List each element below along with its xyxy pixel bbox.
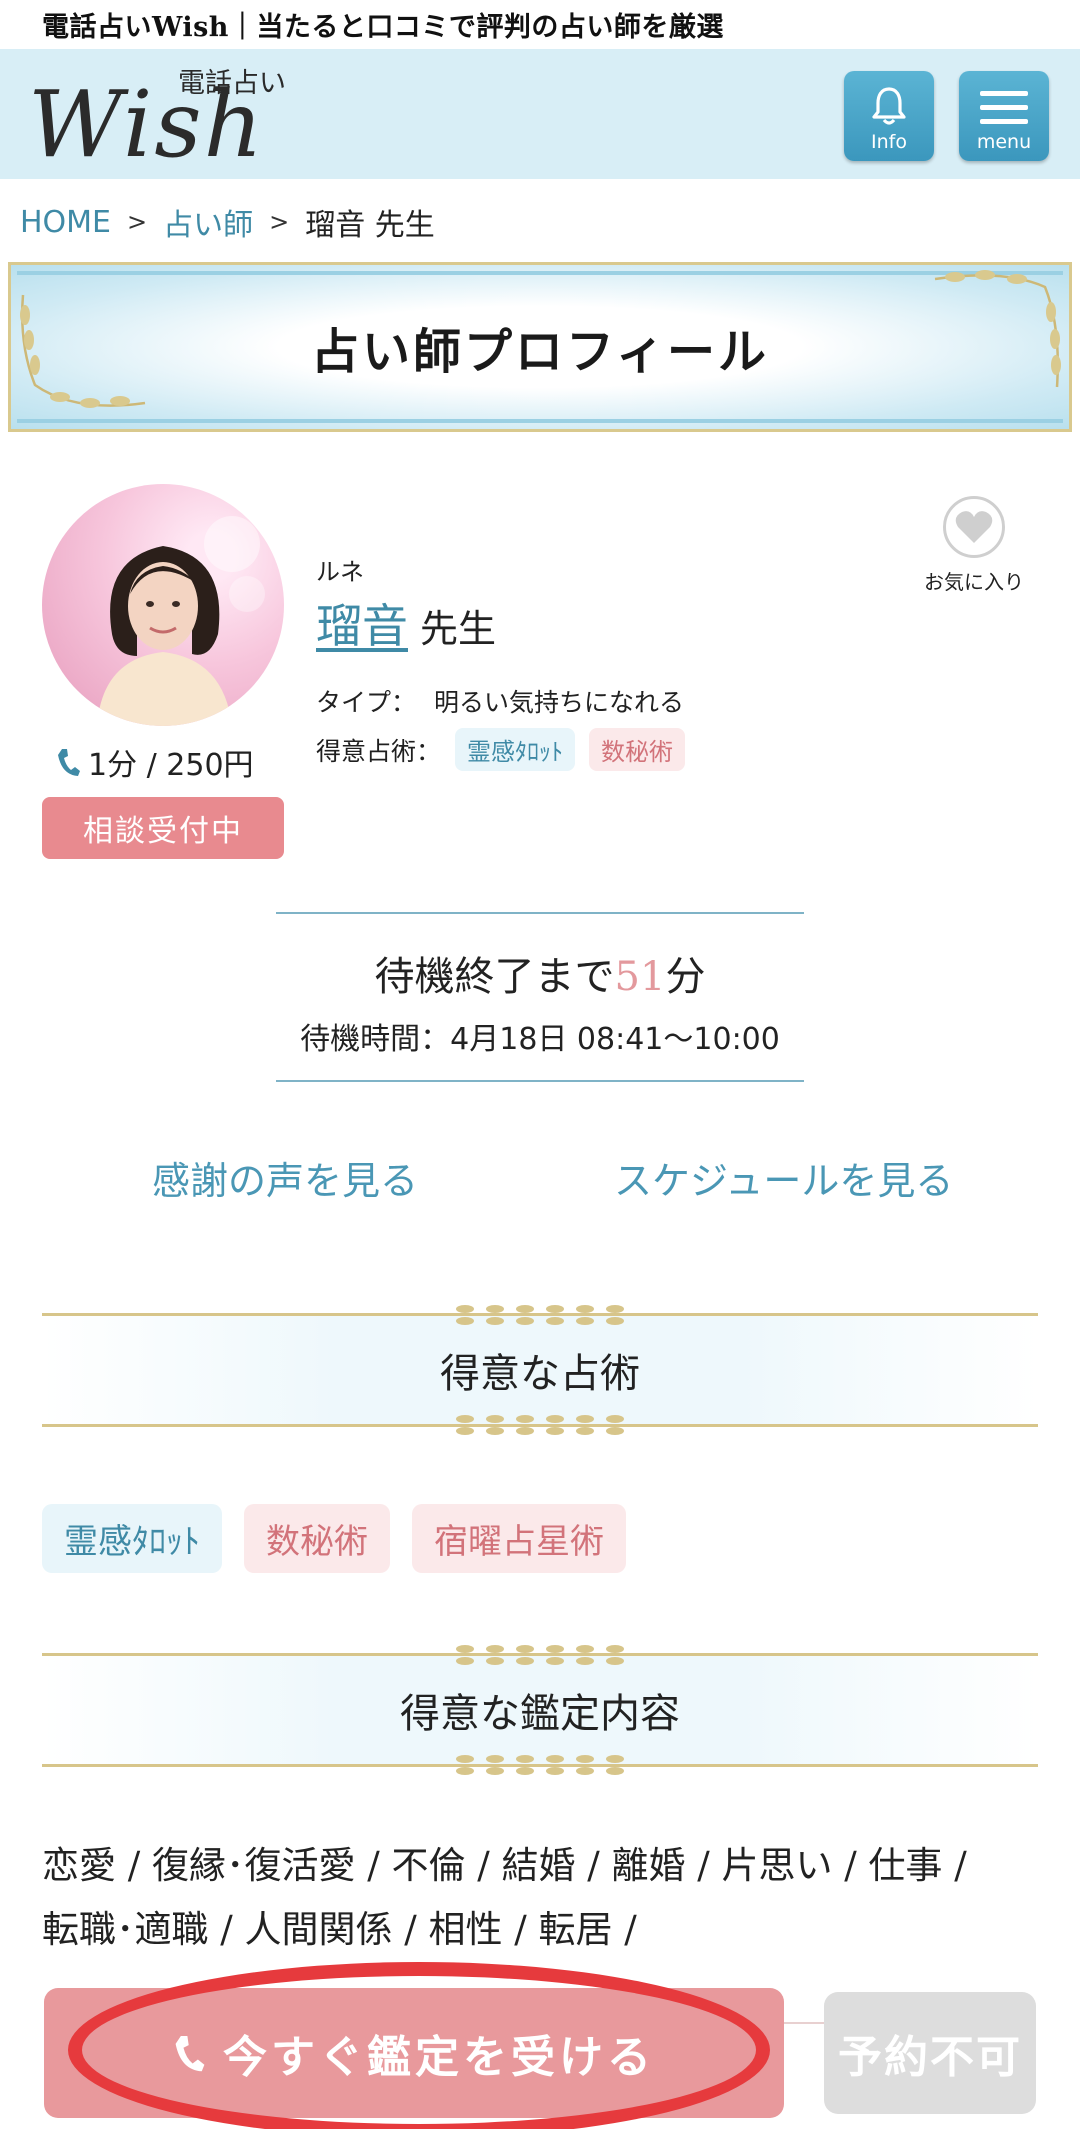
topics-line: 恋愛 / 復縁･復活愛 / 不倫 / 結婚 / 離婚 / 片思い / 仕事 /: [42, 1844, 967, 1887]
skill-tag: 宿曜占星術: [412, 1504, 626, 1573]
fortune-teller-portrait-icon: [97, 516, 265, 726]
heart-icon: [955, 511, 993, 543]
name-link[interactable]: 瑠音: [316, 590, 408, 656]
bell-icon: [872, 87, 906, 125]
page-title: 占い師プロフィール: [310, 324, 770, 380]
breadcrumb: HOME > 占い師 > 瑠音 先生: [20, 200, 435, 244]
section-title: 得意な鑑定内容: [400, 1691, 680, 1737]
status-text: 相談受付中: [83, 814, 243, 849]
call-now-label: 今すぐ鑑定を受ける: [223, 2032, 655, 2083]
type-row: タイプ： 明るい気持ちになれる: [316, 683, 684, 719]
info-label: Info: [871, 131, 907, 153]
reserve-label: 予約不可: [838, 2032, 1022, 2083]
favorite-label: お気に入り: [924, 570, 1024, 594]
skill-tag: 数秘術: [244, 1504, 390, 1573]
topics-line: 転職･適職 / 人間関係 / 相性 / 転居 /: [42, 1908, 637, 1951]
schedule-label: スケジュールを見る: [614, 1159, 954, 1203]
laurel-ornament-icon: [435, 1415, 645, 1435]
voices-label: 感謝の声を見る: [152, 1159, 419, 1203]
breadcrumb-separator: >: [269, 208, 290, 236]
price-per-minute: 1分 / 250円: [56, 740, 254, 784]
avatar: [42, 484, 284, 726]
phone-icon: [58, 749, 80, 776]
fortune-teller-name: 瑠音 先生: [316, 590, 496, 656]
breadcrumb-home[interactable]: HOME: [20, 205, 111, 240]
schedule-link[interactable]: スケジュールを見る: [614, 1146, 954, 1214]
waiting-remaining: 待機終了まで51分: [276, 944, 804, 1002]
skill-tag: 霊感ﾀﾛｯﾄ: [42, 1504, 222, 1573]
favorite-circle[interactable]: [943, 496, 1005, 558]
waiting-suffix: 分: [665, 954, 706, 1000]
skill-row: 得意占術： 霊感ﾀﾛｯﾄ 数秘術: [316, 728, 686, 771]
skill-tag: 数秘術: [589, 728, 686, 771]
waiting-minutes: 51: [614, 954, 666, 1000]
type-value: 明るい気持ちになれる: [434, 688, 685, 717]
skill-tag-list: 霊感ﾀﾛｯﾄ 数秘術 宿曜占星術: [42, 1504, 626, 1573]
breadcrumb-category[interactable]: 占い師: [163, 200, 253, 244]
type-label: タイプ：: [316, 688, 417, 717]
menu-button[interactable]: menu: [959, 71, 1049, 161]
waiting-status: 待機終了まで51分 待機時間：4月18日 08:41〜10:00: [276, 912, 804, 1082]
section-title: 得意な占術: [440, 1351, 640, 1397]
cta-divider: [784, 2022, 824, 2024]
hamburger-icon: [980, 91, 1028, 124]
status-badge: 相談受付中: [42, 797, 284, 859]
vine-ornament-icon: [20, 294, 146, 408]
call-now-button[interactable]: 今すぐ鑑定を受ける: [44, 1988, 784, 2118]
laurel-ornament-icon: [435, 1305, 645, 1325]
breadcrumb-current: 瑠音 先生: [305, 208, 435, 243]
site-title-strip: 電話占いWish｜当たると口コミで評判の占い師を厳選: [0, 0, 1080, 49]
laurel-ornament-icon: [435, 1645, 645, 1665]
waiting-prefix: 待機終了まで: [374, 954, 615, 1000]
site-logo[interactable]: 電話占い Wish: [28, 59, 308, 178]
site-title: 電話占いWish｜当たると口コミで評判の占い師を厳選: [42, 12, 724, 43]
skill-tag: 霊感ﾀﾛｯﾄ: [455, 728, 576, 771]
section-heading-skills: 得意な占術: [42, 1305, 1038, 1435]
profile-banner: 占い師プロフィール: [8, 262, 1072, 432]
skill-label: 得意占術：: [316, 736, 442, 766]
voices-link[interactable]: 感謝の声を見る: [152, 1146, 419, 1214]
breadcrumb-separator: >: [127, 208, 148, 236]
section-heading-content: 得意な鑑定内容: [42, 1645, 1038, 1775]
name-reading: ルネ: [316, 558, 364, 586]
phone-icon: [175, 2036, 205, 2072]
laurel-ornament-icon: [435, 1755, 645, 1775]
reserve-button[interactable]: 予約不可: [824, 1992, 1036, 2114]
vine-ornament-icon: [934, 270, 1061, 388]
menu-label: menu: [976, 131, 1032, 153]
price-text: 1分 / 250円: [88, 748, 254, 783]
info-button[interactable]: Info: [844, 71, 934, 161]
honorific: 先生: [420, 607, 497, 651]
site-header: 電話占い Wish Info menu: [0, 49, 1080, 179]
waiting-time: 待機時間：4月18日 08:41〜10:00: [300, 1022, 780, 1057]
favorite-button[interactable]: お気に入り: [924, 496, 1024, 595]
logo-wordmark: Wish: [28, 71, 265, 178]
consultation-topics: 恋愛 / 復縁･復活愛 / 不倫 / 結婚 / 離婚 / 片思い / 仕事 / …: [42, 1834, 1042, 1962]
